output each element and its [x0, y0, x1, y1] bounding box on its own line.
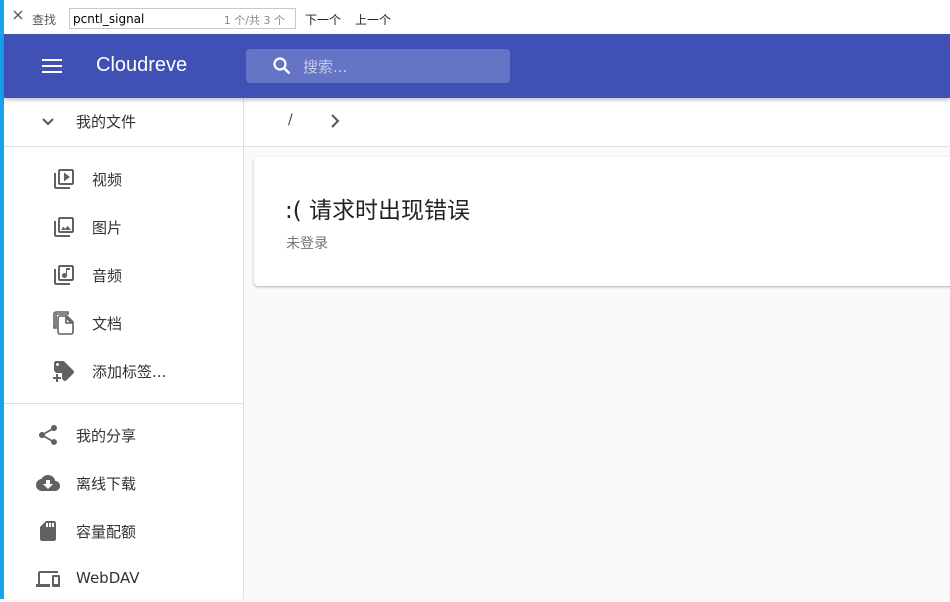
error-message: 未登录 — [286, 236, 328, 252]
find-match-count: 1 个/共 3 个 — [223, 14, 285, 27]
sidebar-item-video[interactable]: 视频 — [4, 156, 243, 202]
sidebar-item-label: 离线下载 — [76, 475, 137, 493]
sidebar-item-label: WebDAV — [76, 569, 140, 587]
sidebar-item-label: 音频 — [92, 267, 123, 285]
sidebar-item-label: 容量配额 — [76, 523, 137, 541]
sidebar-item-offline-download[interactable]: 离线下载 — [4, 460, 243, 506]
app-bar: Cloudreve — [4, 34, 950, 98]
sidebar-item-documents[interactable]: 文档 — [4, 300, 243, 346]
chevron-right-icon[interactable] — [324, 110, 346, 132]
share-icon — [39, 425, 57, 445]
cloud-download-icon — [36, 475, 60, 491]
divider — [4, 403, 243, 404]
find-next-button[interactable]: 下一个 — [305, 11, 341, 28]
breadcrumb: / — [244, 98, 950, 147]
search-input[interactable] — [301, 55, 495, 79]
sidebar-item-label: 文档 — [92, 315, 123, 333]
find-bar: 查找 1 个/共 3 个 下一个 上一个 — [4, 0, 950, 35]
find-label: 查找 — [32, 13, 57, 27]
video-library-icon — [54, 169, 74, 189]
sidebar-item-label: 图片 — [92, 219, 123, 237]
close-icon[interactable] — [12, 9, 24, 21]
find-input[interactable] — [73, 10, 213, 27]
sd-storage-icon — [40, 521, 56, 541]
add-tag-icon — [52, 361, 74, 383]
sidebar-item-label: 我的文件 — [76, 113, 137, 131]
sidebar-item-images[interactable]: 图片 — [4, 204, 243, 250]
sidebar-item-audio[interactable]: 音频 — [4, 252, 243, 298]
breadcrumb-root[interactable]: / — [288, 112, 293, 128]
error-title: :( 请求时出现错误 — [285, 198, 471, 224]
sidebar-item-webdav[interactable]: WebDAV — [4, 556, 243, 602]
app-title: Cloudreve — [96, 54, 188, 76]
chevron-down-icon — [42, 118, 54, 126]
sidebar-item-quota[interactable]: 容量配额 — [4, 508, 243, 554]
sidebar-item-add-tag[interactable]: 添加标签... — [4, 348, 243, 394]
find-prev-button[interactable]: 上一个 — [355, 11, 391, 28]
library-music-icon — [54, 265, 74, 285]
sidebar-item-label: 视频 — [92, 171, 123, 189]
sidebar: 我的文件 视频 图片 音频 文档 添加标签... 我的分享 离线下载 容量配额 … — [4, 98, 244, 599]
sidebar-item-my-files[interactable]: 我的文件 — [4, 98, 243, 144]
search-box — [246, 49, 510, 83]
file-copy-icon — [53, 311, 74, 335]
sidebar-item-my-shares[interactable]: 我的分享 — [4, 412, 243, 458]
devices-icon — [36, 571, 60, 587]
sidebar-item-label: 添加标签... — [92, 363, 167, 381]
search-icon — [273, 57, 291, 75]
divider — [4, 146, 243, 147]
menu-icon[interactable] — [41, 55, 63, 77]
find-box: 1 个/共 3 个 — [69, 8, 296, 29]
photo-library-icon — [54, 217, 74, 237]
error-card: :( 请求时出现错误 未登录 — [254, 157, 950, 286]
sidebar-item-label: 我的分享 — [76, 427, 137, 445]
